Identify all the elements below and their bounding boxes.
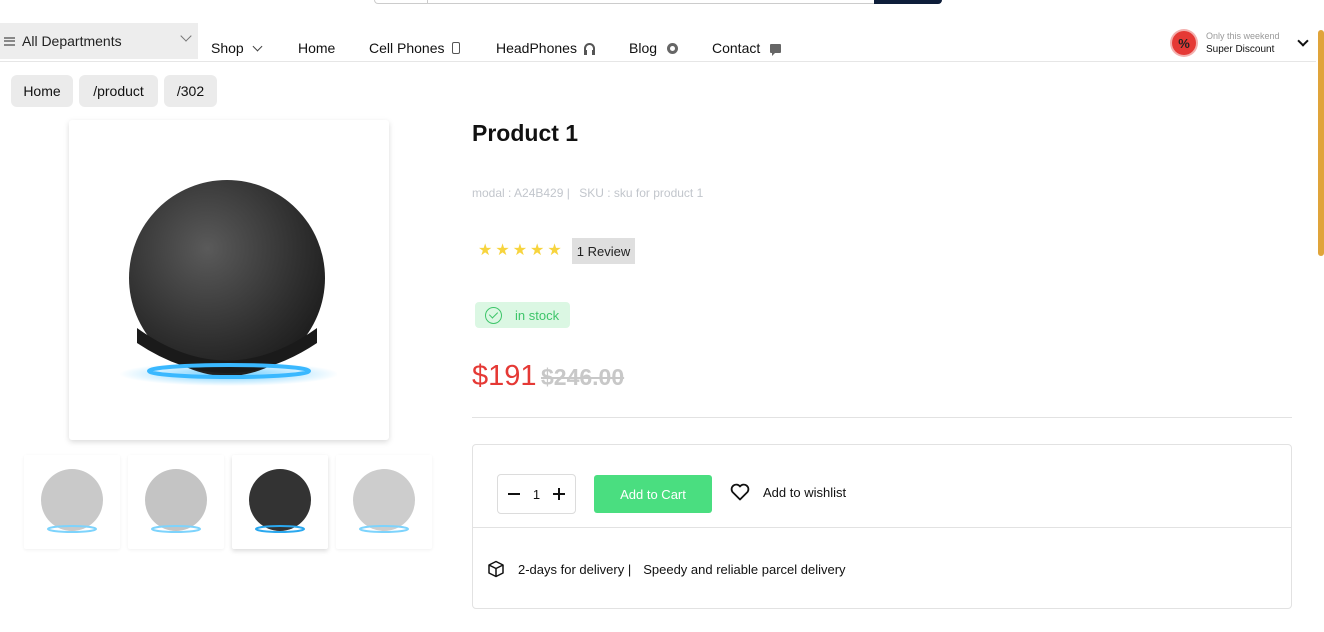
- promo-text: Only this weekend Super Discount: [1206, 29, 1280, 57]
- chevron-down-icon: [180, 30, 192, 42]
- main-product-image[interactable]: [69, 120, 389, 440]
- nav-cell-phones[interactable]: Cell Phones: [369, 40, 460, 56]
- speaker-image: [119, 180, 337, 386]
- all-departments-label: All Departments: [22, 33, 122, 49]
- light-speaker-thumbnail: [145, 469, 207, 533]
- stock-badge: in stock: [475, 302, 570, 328]
- menu-icon: [4, 36, 15, 46]
- nav-shop[interactable]: Shop: [211, 40, 263, 56]
- main-navbar: All Departments Shop Home Cell Phones He…: [0, 22, 1316, 62]
- nav-blog-label: Blog: [629, 40, 658, 56]
- breadcrumb-id[interactable]: /302: [164, 75, 217, 107]
- product-title: Product 1: [472, 120, 579, 146]
- all-departments-dropdown[interactable]: All Departments: [0, 23, 198, 59]
- star-icon: ★: [495, 242, 510, 259]
- delivery-info: 2-days for delivery | Speedy and reliabl…: [487, 560, 846, 578]
- promo-line2: Super Discount: [1206, 44, 1275, 55]
- headphones-icon: [583, 43, 595, 55]
- star-icon: ★: [478, 242, 493, 259]
- breadcrumb-product[interactable]: /product: [79, 75, 158, 107]
- dark-speaker-thumbnail: [249, 469, 311, 533]
- add-to-cart-button[interactable]: Add to Cart: [594, 475, 712, 513]
- nav-contact[interactable]: Contact: [712, 40, 782, 56]
- quantity-value[interactable]: 1: [533, 487, 540, 502]
- add-to-wishlist-button[interactable]: Add to wishlist: [730, 483, 846, 501]
- box-divider: [473, 527, 1291, 528]
- breadcrumb-home[interactable]: Home: [11, 75, 73, 107]
- thumbnail-3-active[interactable]: [232, 455, 328, 549]
- quantity-stepper[interactable]: 1: [497, 474, 576, 514]
- thumbnail-4[interactable]: [336, 455, 432, 549]
- star-icon: ★: [512, 242, 528, 259]
- stock-label: in stock: [515, 307, 560, 323]
- rating-stars: ★ ★ ★ ★ ★: [478, 243, 565, 259]
- star-icon: ★: [530, 242, 545, 259]
- purchase-box: 1 Add to Cart Add to wishlist 2-days for…: [472, 444, 1292, 609]
- product-model: modal : A24B429 |: [472, 186, 570, 200]
- plus-icon[interactable]: [552, 488, 565, 500]
- phone-icon: [451, 42, 460, 54]
- nav-headphones-label: HeadPhones: [496, 40, 577, 56]
- search-button[interactable]: [874, 0, 942, 4]
- promo-line1: Only this weekend: [1206, 31, 1280, 41]
- star-icon: ★: [547, 242, 562, 259]
- divider: [472, 417, 1292, 418]
- nav-blog[interactable]: Blog: [629, 40, 679, 56]
- thumbnail-1[interactable]: [24, 455, 120, 549]
- discount-badge-icon: %: [1172, 31, 1196, 55]
- nav-contact-label: Contact: [712, 40, 761, 56]
- blog-icon: [667, 42, 679, 54]
- chat-icon: [770, 43, 782, 56]
- review-count-button[interactable]: 1 Review: [572, 238, 635, 264]
- chevron-down-icon: [1296, 34, 1309, 47]
- nav-headphones[interactable]: HeadPhones: [496, 40, 595, 56]
- heart-icon: [730, 483, 750, 501]
- old-price: $246.00: [541, 364, 625, 390]
- delivery-days: 2-days for delivery |: [518, 561, 632, 577]
- nav-cell-phones-label: Cell Phones: [369, 40, 445, 56]
- nav-home-label: Home: [298, 40, 336, 56]
- light-speaker-thumbnail: [353, 469, 415, 533]
- search-divider: [427, 0, 428, 4]
- delivery-text: Speedy and reliable parcel delivery: [643, 561, 846, 577]
- thumbnail-2[interactable]: [128, 455, 224, 549]
- product-meta: modal : A24B429 | SKU : sku for product …: [472, 186, 709, 200]
- product-sku: SKU : sku for product 1: [579, 186, 704, 200]
- wishlist-label: Add to wishlist: [763, 484, 847, 500]
- top-search-bar[interactable]: [374, 0, 942, 4]
- promo-dropdown[interactable]: % Only this weekend Super Discount: [1172, 29, 1309, 57]
- check-circle-icon: [485, 306, 502, 324]
- box-icon: [488, 560, 504, 578]
- scroll-accent[interactable]: [1318, 30, 1324, 256]
- current-price: $191: [472, 360, 537, 392]
- nav-shop-label: Shop: [211, 40, 244, 56]
- chevron-down-icon: [252, 41, 263, 51]
- nav-home[interactable]: Home: [298, 40, 335, 56]
- light-speaker-thumbnail: [41, 469, 103, 533]
- minus-icon[interactable]: [508, 493, 520, 495]
